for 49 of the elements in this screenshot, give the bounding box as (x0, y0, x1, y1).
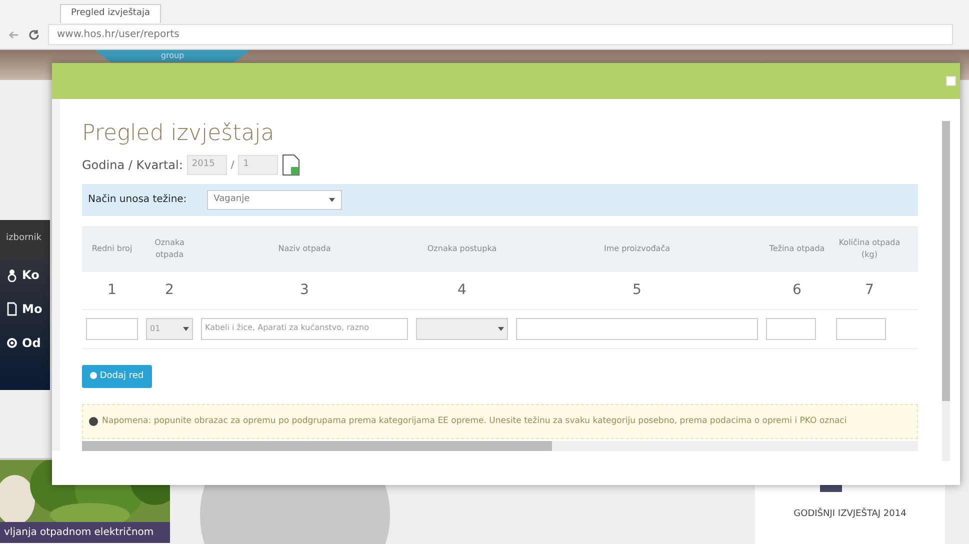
sidebar-item[interactable]: Mo (22, 300, 42, 318)
quarter-field[interactable]: 1 (238, 155, 278, 175)
document-icon (6, 302, 18, 316)
column-number: 4 (456, 280, 468, 300)
note-text: Napomena: popunite obrazac za opremu po podgrupama prema kategorijama EE opreme. Unesite težinu za svaku kategoriju posebno, prema podacima o opremi i PKO oznaci (102, 415, 847, 428)
person-icon (6, 268, 18, 282)
column-number: 1 (106, 280, 118, 300)
weight-input[interactable] (766, 318, 816, 340)
filter-label: Način unosa težine: (88, 193, 187, 208)
info-icon (89, 416, 98, 426)
period-label: Godina / Kvartal: (82, 157, 183, 174)
procedure-select[interactable] (416, 318, 508, 340)
gear-icon (6, 336, 18, 350)
waste-code-select[interactable]: 01 (146, 318, 193, 340)
column-header: Redni broj (90, 242, 134, 255)
address-bar[interactable]: www.hos.hr/user/reports (48, 24, 953, 45)
column-header: Količina otpada (kg) (838, 236, 902, 261)
column-number: 5 (632, 280, 642, 300)
add-row-button[interactable]: Dodaj red (82, 364, 152, 388)
waste-name-field[interactable]: Kabeli i žice, Aparati za kućanstvo, razno (201, 318, 408, 340)
close-icon[interactable] (946, 76, 956, 86)
column-header: Oznaka postupka (426, 242, 498, 255)
excel-export-icon[interactable] (282, 154, 300, 176)
quantity-input[interactable] (836, 318, 886, 340)
column-number: 3 (299, 280, 310, 300)
column-number: 7 (864, 280, 875, 300)
producer-input[interactable] (516, 318, 758, 340)
news-caption: vljanja otpadnom električnom (0, 522, 170, 543)
back-icon[interactable] (8, 28, 20, 40)
report-title[interactable]: GODIŠNJI IZVJEŠTAJ 2014 (755, 508, 945, 522)
column-header: Naziv otpada (277, 242, 332, 255)
caret-icon (498, 326, 504, 330)
sidebar-header: izbornik (0, 220, 50, 258)
sidebar-item[interactable]: Od (22, 334, 41, 352)
weight-method-select[interactable]: Vaganje (206, 190, 342, 210)
column-header: Oznaka otpada (154, 236, 186, 261)
separator: / (230, 158, 234, 172)
column-number: 2 (164, 280, 175, 300)
caret-icon (183, 326, 189, 330)
browser-tab[interactable]: Pregled izvještaja (60, 4, 161, 22)
sidebar-item[interactable]: Ko (22, 266, 40, 284)
reload-icon[interactable] (28, 28, 40, 40)
number-input[interactable] (86, 318, 138, 340)
caret-icon (328, 198, 335, 202)
year-field[interactable]: 2015 (186, 155, 227, 175)
modal-title: Pregled izvještaja (82, 120, 276, 148)
column-number: 6 (792, 280, 802, 300)
column-header: Ime proizvođača (602, 242, 672, 255)
column-header: Težina otpada (768, 242, 826, 255)
